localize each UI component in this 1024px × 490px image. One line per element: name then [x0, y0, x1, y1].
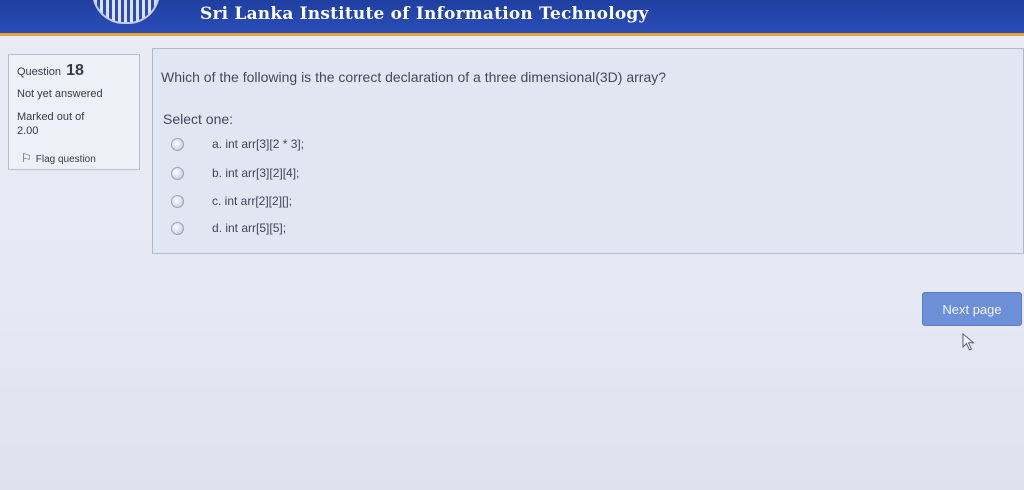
answer-option-a[interactable]: a. int arr[3][2 * 3]; [171, 137, 304, 151]
radio-button[interactable] [171, 166, 184, 180]
answer-option-c[interactable]: c. int arr[2][2][]; [171, 194, 292, 208]
radio-button[interactable] [171, 221, 184, 235]
answer-label[interactable]: a. int arr[3][2 * 3]; [212, 137, 304, 151]
mouse-pointer-icon [962, 333, 975, 351]
radio-button[interactable] [171, 137, 184, 151]
site-header: Sri Lanka Institute of Information Techn… [0, 0, 1024, 36]
question-state: Not yet answered [17, 88, 103, 100]
site-title: Sri Lanka Institute of Information Techn… [200, 4, 649, 24]
question-number: Question 18 [17, 62, 84, 80]
marked-out-of-value: 2.00 [17, 125, 39, 137]
question-prefix: Question [17, 66, 62, 78]
answer-option-b[interactable]: b. int arr[3][2][4]; [171, 166, 299, 180]
question-text: Which of the following is the correct de… [161, 69, 667, 85]
marked-out-of-label: Marked out of [17, 111, 85, 123]
flag-question-button[interactable]: ⚐ Flag question [21, 151, 96, 165]
next-page-button[interactable]: Next page [922, 292, 1022, 326]
flag-question-label: Flag question [35, 154, 96, 165]
answer-label[interactable]: d. int arr[5][5]; [212, 221, 286, 235]
radio-button[interactable] [171, 194, 184, 208]
question-number-value: 18 [66, 62, 84, 79]
flag-icon: ⚐ [21, 151, 32, 165]
select-one-prompt: Select one: [163, 111, 234, 127]
answer-label[interactable]: c. int arr[2][2][]; [212, 194, 292, 208]
question-info-panel: Question 18 Not yet answered Marked out … [8, 54, 140, 170]
answer-label[interactable]: b. int arr[3][2][4]; [212, 166, 299, 180]
sliit-logo-icon[interactable] [92, 0, 160, 24]
answer-option-d[interactable]: d. int arr[5][5]; [171, 221, 286, 235]
question-content: Which of the following is the correct de… [152, 48, 1024, 254]
